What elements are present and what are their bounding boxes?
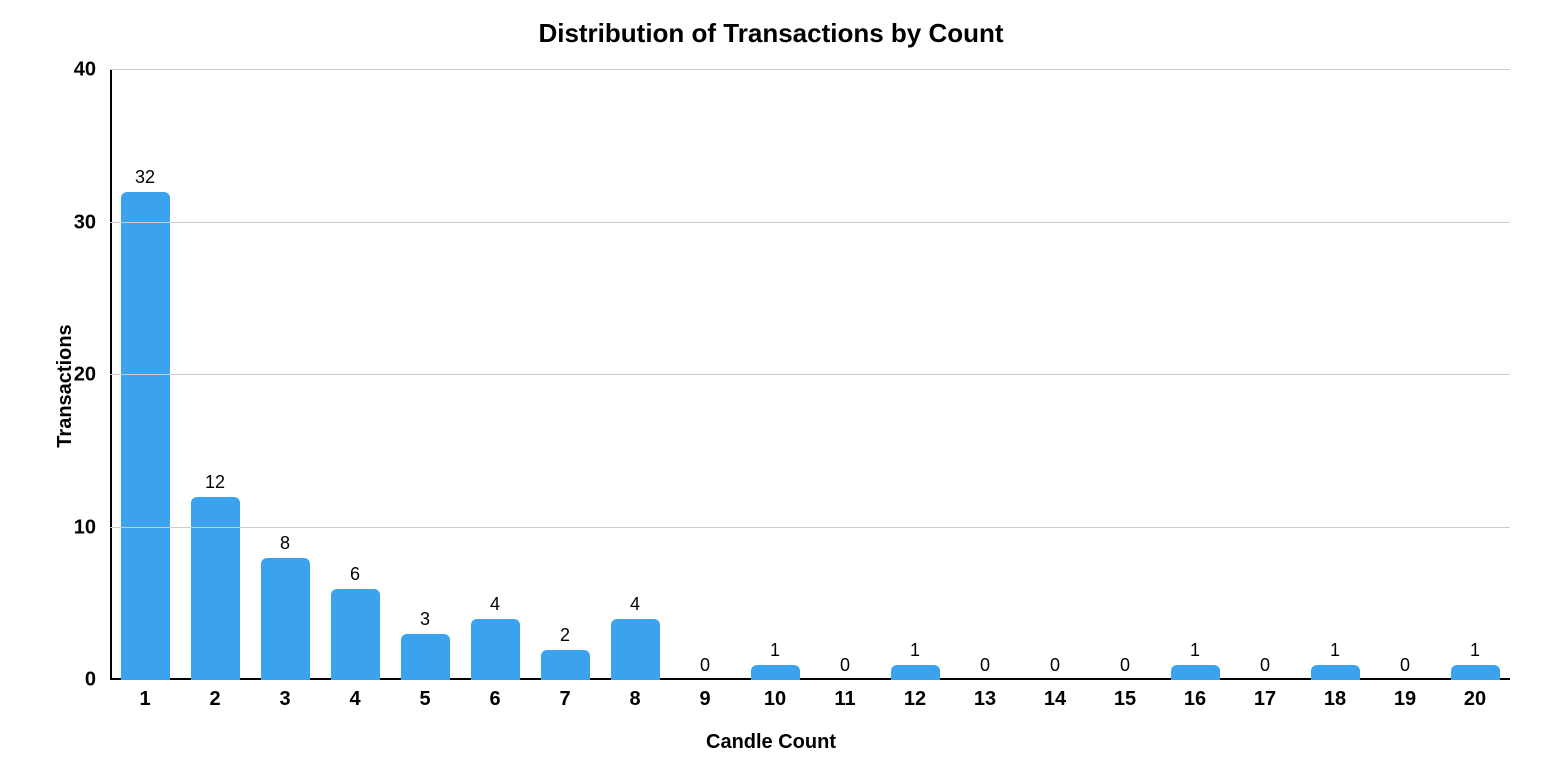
bar-slot: 122 [180, 70, 250, 680]
bar [331, 589, 380, 681]
y-tick-label: 0 [85, 669, 110, 692]
bar-value-label: 1 [880, 640, 950, 661]
bar-value-label: 3 [390, 609, 460, 630]
bar-slot: 017 [1230, 70, 1300, 680]
bar-slot: 013 [950, 70, 1020, 680]
bar-value-label: 0 [670, 655, 740, 676]
bar-value-label: 1 [1160, 640, 1230, 661]
bar-value-label: 6 [320, 564, 390, 585]
bar-slot: 015 [1090, 70, 1160, 680]
x-tick-label: 10 [740, 680, 810, 711]
bar-slot: 014 [1020, 70, 1090, 680]
bar [751, 665, 800, 680]
grid-line [110, 222, 1510, 223]
grid-line [110, 374, 1510, 375]
x-tick-label: 17 [1230, 680, 1300, 711]
bar [191, 497, 240, 680]
bar [471, 619, 520, 680]
bars-group: 3211228364354627480911001111201301401511… [110, 70, 1510, 680]
x-tick-label: 20 [1440, 680, 1510, 711]
x-tick-label: 16 [1160, 680, 1230, 711]
bar-slot: 116 [1160, 70, 1230, 680]
x-tick-label: 8 [600, 680, 670, 711]
bar [1451, 665, 1500, 680]
bar [891, 665, 940, 680]
x-tick-label: 19 [1370, 680, 1440, 711]
bar [121, 192, 170, 680]
bar-value-label: 2 [530, 625, 600, 646]
grid-line [110, 69, 1510, 70]
x-tick-label: 4 [320, 680, 390, 711]
plot-area: 3211228364354627480911001111201301401511… [110, 70, 1510, 680]
y-tick-label: 20 [74, 364, 110, 387]
chart-container: Distribution of Transactions by Count Tr… [0, 0, 1542, 772]
bar-slot: 110 [740, 70, 810, 680]
bar-slot: 321 [110, 70, 180, 680]
grid-line [110, 527, 1510, 528]
bar [611, 619, 660, 680]
x-axis-label: Candle Count [0, 731, 1542, 754]
bar-value-label: 0 [1090, 655, 1160, 676]
y-tick-label: 10 [74, 516, 110, 539]
x-tick-label: 9 [670, 680, 740, 711]
bar-slot: 83 [250, 70, 320, 680]
y-tick-label: 30 [74, 211, 110, 234]
bar-slot: 27 [530, 70, 600, 680]
bar-value-label: 0 [1230, 655, 1300, 676]
bar-value-label: 0 [1370, 655, 1440, 676]
bar-value-label: 8 [250, 533, 320, 554]
bar [401, 634, 450, 680]
bar-value-label: 1 [1300, 640, 1370, 661]
bar-slot: 09 [670, 70, 740, 680]
x-tick-label: 3 [250, 680, 320, 711]
bar-value-label: 0 [950, 655, 1020, 676]
bar-value-label: 4 [460, 594, 530, 615]
bar-slot: 48 [600, 70, 670, 680]
x-tick-label: 14 [1020, 680, 1090, 711]
bar-value-label: 1 [1440, 640, 1510, 661]
bar-value-label: 4 [600, 594, 670, 615]
x-tick-label: 13 [950, 680, 1020, 711]
x-tick-label: 1 [110, 680, 180, 711]
x-tick-label: 7 [530, 680, 600, 711]
x-tick-label: 5 [390, 680, 460, 711]
x-tick-label: 2 [180, 680, 250, 711]
x-tick-label: 11 [810, 680, 880, 711]
bar-value-label: 0 [1020, 655, 1090, 676]
bar-slot: 011 [810, 70, 880, 680]
bar-slot: 120 [1440, 70, 1510, 680]
bar-slot: 118 [1300, 70, 1370, 680]
bar-value-label: 1 [740, 640, 810, 661]
x-tick-label: 15 [1090, 680, 1160, 711]
bar [1311, 665, 1360, 680]
bar-slot: 019 [1370, 70, 1440, 680]
bar-value-label: 0 [810, 655, 880, 676]
bar-value-label: 32 [110, 167, 180, 188]
chart-title: Distribution of Transactions by Count [0, 18, 1542, 49]
bar [1171, 665, 1220, 680]
x-tick-label: 12 [880, 680, 950, 711]
bar-slot: 46 [460, 70, 530, 680]
y-tick-label: 40 [74, 59, 110, 82]
x-tick-label: 18 [1300, 680, 1370, 711]
bar-slot: 64 [320, 70, 390, 680]
bar-value-label: 12 [180, 472, 250, 493]
bar [261, 558, 310, 680]
bar-slot: 112 [880, 70, 950, 680]
bar-slot: 35 [390, 70, 460, 680]
bar [541, 650, 590, 681]
x-tick-label: 6 [460, 680, 530, 711]
